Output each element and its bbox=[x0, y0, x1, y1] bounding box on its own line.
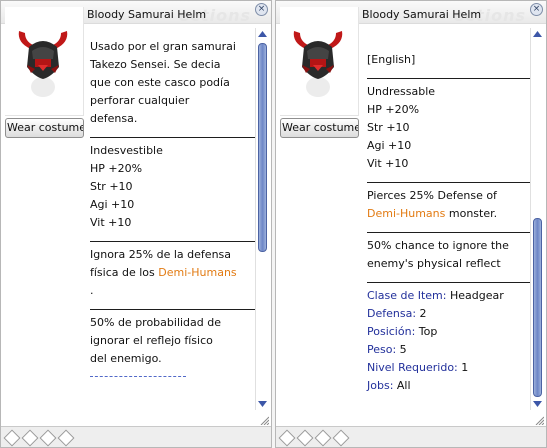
stat-line: Indesvestible bbox=[90, 144, 163, 157]
card-slot[interactable] bbox=[3, 429, 21, 447]
close-button[interactable]: × bbox=[530, 3, 543, 16]
card-slot-bar bbox=[1, 426, 271, 447]
scroll-down-icon[interactable] bbox=[531, 398, 543, 410]
card-slot[interactable] bbox=[278, 429, 296, 447]
stat-line: Agi +10 bbox=[90, 198, 135, 211]
language-tag: [English] bbox=[367, 53, 416, 66]
samurai-helm-icon bbox=[18, 31, 68, 97]
card-slot-bar bbox=[276, 426, 546, 447]
attribute-line: Nivel Requerido: 1 bbox=[367, 361, 469, 374]
card-slot[interactable] bbox=[21, 429, 39, 447]
samurai-helm-icon bbox=[293, 31, 343, 97]
effect-line: Demi-Humans monster. bbox=[367, 207, 498, 220]
stat-line: Vit +10 bbox=[90, 216, 132, 229]
description-line: Usado por el gran samurai bbox=[90, 40, 236, 53]
stat-line: HP +20% bbox=[90, 162, 143, 175]
card-slot[interactable] bbox=[57, 429, 75, 447]
item-info-window-spanish: ections Bloody Samurai Helm × Wear costu… bbox=[0, 0, 272, 448]
item-image bbox=[280, 7, 359, 116]
effect-line: ignorar el reflejo físico bbox=[90, 334, 213, 347]
attribute-line: Jobs: All bbox=[367, 379, 411, 392]
resize-grip-icon[interactable] bbox=[259, 415, 269, 425]
stat-line: Agi +10 bbox=[367, 139, 412, 152]
effect-line: Pierces 25% Defense of bbox=[367, 189, 497, 202]
description-line: defensa. bbox=[90, 112, 138, 125]
card-slot[interactable] bbox=[39, 429, 57, 447]
vertical-scrollbar[interactable] bbox=[530, 28, 543, 410]
description-line: Takezo Sensei. Se decia bbox=[90, 58, 221, 71]
effect-line: 50% chance to ignore the bbox=[367, 239, 509, 252]
card-slot[interactable] bbox=[296, 429, 314, 447]
stat-line: Str +10 bbox=[90, 180, 133, 193]
stat-line: Str +10 bbox=[367, 121, 410, 134]
scroll-down-icon[interactable] bbox=[256, 398, 268, 410]
window-title: Bloody Samurai Helm bbox=[362, 8, 482, 21]
race-highlight: Demi-Humans bbox=[158, 266, 237, 279]
effect-line: 50% de probabilidad de bbox=[90, 316, 222, 329]
attribute-line: Clase de Item: Headgear bbox=[367, 289, 504, 302]
scroll-thumb[interactable] bbox=[533, 218, 542, 397]
effect-line: física de los Demi-Humans bbox=[90, 266, 237, 279]
attribute-line: Peso: 5 bbox=[367, 343, 407, 356]
stat-line: HP +20% bbox=[367, 103, 420, 116]
race-highlight: Demi-Humans bbox=[367, 207, 446, 220]
item-description: [English] Undressable HP +20% Str +10 Ag… bbox=[367, 51, 533, 395]
effect-line: enemy's physical reflect bbox=[367, 257, 501, 270]
wear-costume-button[interactable]: Wear costume bbox=[280, 118, 359, 138]
resize-grip-icon[interactable] bbox=[534, 415, 544, 425]
effect-line: . bbox=[90, 284, 94, 297]
description-line: que con este casco podía bbox=[90, 76, 230, 89]
wear-costume-button[interactable]: Wear costume bbox=[5, 118, 84, 138]
card-slot[interactable] bbox=[332, 429, 350, 447]
scroll-up-icon[interactable] bbox=[256, 28, 268, 40]
stat-line: Vit +10 bbox=[367, 157, 409, 170]
attribute-line: Posición: Top bbox=[367, 325, 438, 338]
stat-line: Undressable bbox=[367, 85, 436, 98]
attribute-line: Defensa: 2 bbox=[367, 307, 427, 320]
effect-line: del enemigo. bbox=[90, 352, 162, 365]
close-button[interactable]: × bbox=[255, 3, 268, 16]
item-description: Usado por el gran samurai Takezo Sensei.… bbox=[90, 38, 256, 377]
window-title: Bloody Samurai Helm bbox=[87, 8, 207, 21]
item-image bbox=[5, 7, 84, 116]
item-info-window-english: ections Bloody Samurai Helm × Wear costu… bbox=[275, 0, 547, 448]
description-line: perforar cualquier bbox=[90, 94, 190, 107]
vertical-scrollbar[interactable] bbox=[255, 28, 268, 410]
effect-line: Ignora 25% de la defensa bbox=[90, 248, 232, 261]
dashed-divider bbox=[90, 376, 186, 377]
scroll-thumb[interactable] bbox=[258, 43, 267, 252]
card-slot[interactable] bbox=[314, 429, 332, 447]
scroll-up-icon[interactable] bbox=[531, 28, 543, 40]
